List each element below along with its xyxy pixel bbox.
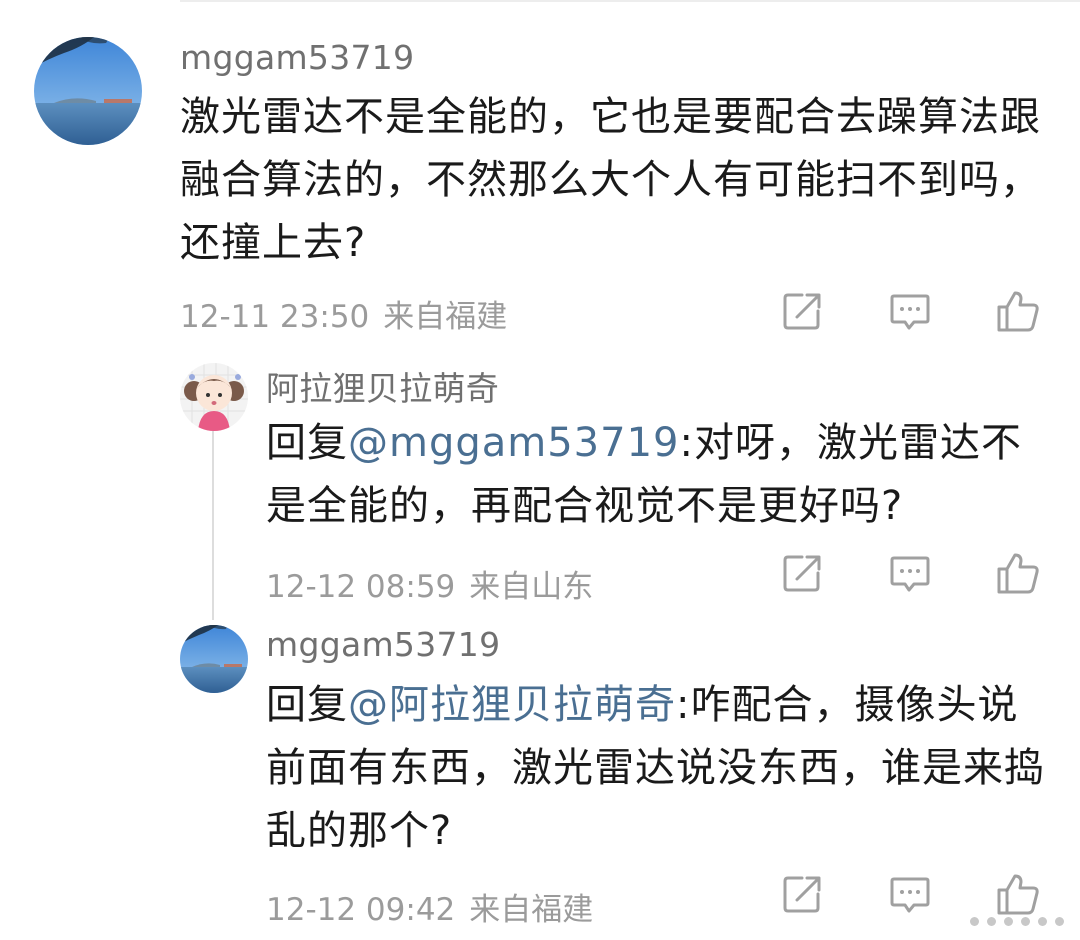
comment-button[interactable] — [884, 285, 936, 337]
cartoon-girl-icon — [180, 363, 248, 431]
lake-landscape-icon — [34, 37, 142, 145]
lake-landscape-icon — [180, 625, 248, 693]
username[interactable]: mggam53719 — [266, 625, 500, 664]
timestamp: 12-11 23:50 — [180, 299, 370, 335]
reply-text: 回复@mggam53719:对呀，激光雷达不是全能的，再配合视觉不是更好吗? — [266, 412, 1056, 538]
mention-link[interactable]: @阿拉狸贝拉萌奇 — [348, 682, 676, 728]
timestamp: 12-12 08:59 — [266, 569, 456, 605]
divider — [180, 0, 1080, 2]
dot — [1021, 917, 1030, 926]
comment-button[interactable] — [884, 868, 936, 920]
user-avatar[interactable] — [180, 625, 248, 693]
mention-link[interactable]: @mggam53719 — [348, 420, 679, 466]
comment-actions — [776, 868, 1044, 920]
comment-button[interactable] — [884, 547, 936, 599]
share-button[interactable] — [776, 868, 828, 920]
dot — [987, 917, 996, 926]
share-icon — [783, 293, 821, 330]
share-button[interactable] — [776, 547, 828, 599]
timestamp: 12-12 09:42 — [266, 892, 456, 928]
share-button[interactable] — [776, 285, 828, 337]
comment-actions — [776, 285, 1044, 337]
location: 来自福建 — [469, 892, 594, 928]
user-avatar[interactable] — [180, 363, 248, 431]
comment-meta: 12-11 23:50 来自福建 — [180, 291, 507, 336]
comment-body: 激光雷达不是全能的，它也是要配合去躁算法跟融合算法的，不然那么大个人有可能扫不到… — [180, 94, 1041, 266]
like-icon — [997, 553, 1039, 594]
comment-thread-page: mggam53719 激光雷达不是全能的，它也是要配合去躁算法跟融合算法的，不然… — [0, 0, 1080, 940]
dot — [970, 917, 979, 926]
comment-icon — [890, 877, 930, 913]
thread-line — [212, 430, 214, 620]
comment-icon — [890, 294, 930, 330]
comment-actions — [776, 547, 1044, 599]
username[interactable]: mggam53719 — [180, 38, 414, 77]
like-button[interactable] — [992, 547, 1044, 599]
dot — [1038, 917, 1047, 926]
username[interactable]: 阿拉狸贝拉萌奇 — [266, 362, 499, 410]
user-avatar[interactable] — [34, 37, 142, 145]
share-icon — [783, 876, 821, 913]
location: 来自山东 — [469, 569, 594, 605]
like-button[interactable] — [992, 285, 1044, 337]
like-button[interactable] — [992, 868, 1044, 920]
like-icon — [997, 291, 1039, 332]
comment-icon — [890, 556, 930, 592]
watermark-dots — [970, 917, 1064, 926]
dot — [1055, 917, 1064, 926]
like-icon — [997, 874, 1039, 915]
reply-prefix: 回复 — [266, 420, 348, 466]
comment-text: 激光雷达不是全能的，它也是要配合去躁算法跟融合算法的，不然那么大个人有可能扫不到… — [180, 86, 1060, 275]
comment-meta: 12-12 08:59 来自山东 — [266, 561, 593, 606]
dot — [1004, 917, 1013, 926]
share-icon — [783, 555, 821, 592]
location: 来自福建 — [383, 299, 508, 335]
comment-meta: 12-12 09:42 来自福建 — [266, 884, 593, 929]
reply-text: 回复@阿拉狸贝拉萌奇:咋配合，摄像头说前面有东西，激光雷达说没东西，谁是来捣乱的… — [266, 674, 1056, 863]
reply-prefix: 回复 — [266, 682, 348, 728]
